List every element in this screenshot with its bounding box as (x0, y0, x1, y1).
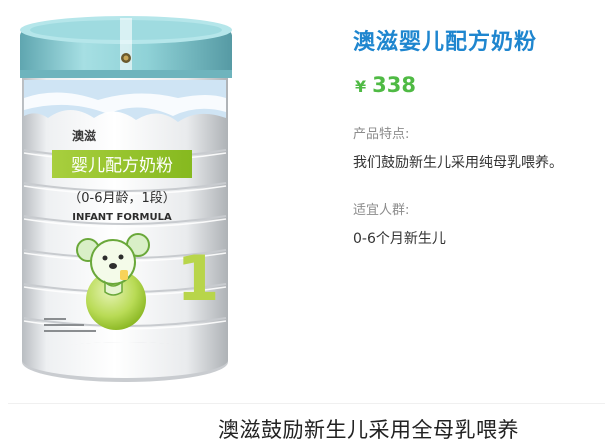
price-value: 338 (372, 73, 416, 97)
price-row: ¥338 (355, 73, 416, 97)
can-brand: 澳滋 (72, 128, 96, 143)
can-lid (20, 16, 232, 78)
bottom-caption: 澳滋鼓励新生儿采用全母乳喂养 (218, 418, 519, 442)
can-stage-text: （0-6月龄，1段） (68, 191, 176, 206)
features-label: 产品特点: (353, 127, 410, 142)
product-title: 澳滋婴儿配方奶粉 (353, 30, 538, 55)
audience-label: 适宜人群: (353, 203, 410, 218)
can-name: 婴儿配方奶粉 (71, 156, 173, 176)
can-stage-number: 1 (176, 242, 219, 315)
product-image: 澳滋 婴儿配方奶粉 （0-6月龄，1段） INFANT FORMULA 1 (20, 16, 232, 382)
currency-symbol: ¥ (355, 77, 367, 96)
section-divider (8, 403, 605, 404)
can-english-name: INFANT FORMULA (72, 212, 172, 223)
audience-value: 0-6个月新生儿 (353, 231, 446, 247)
features-value: 我们鼓励新生儿采用纯母乳喂养。 (353, 155, 563, 171)
